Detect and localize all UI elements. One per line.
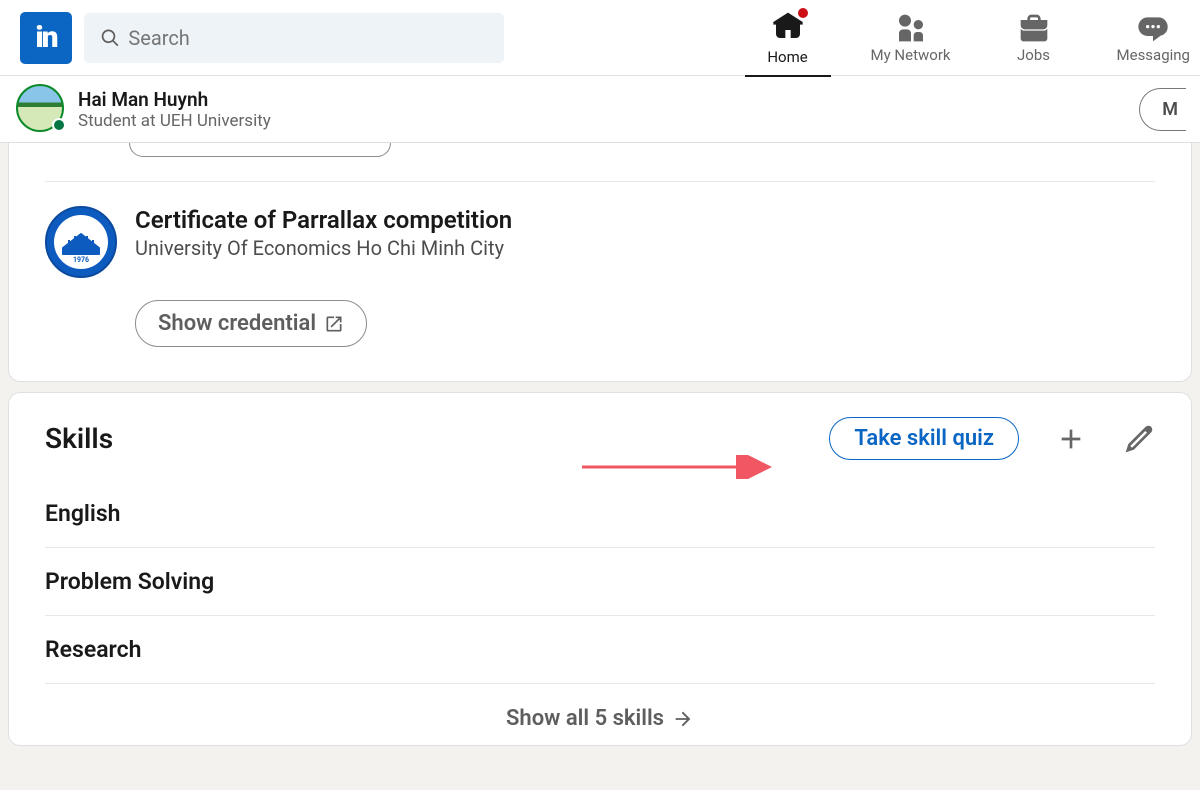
nav-home[interactable]: Home xyxy=(753,10,823,66)
show-credential-label: Show credential xyxy=(158,311,316,336)
edit-icon[interactable] xyxy=(1123,423,1155,455)
certificate-title: Certificate of Parrallax competition xyxy=(135,206,512,234)
nav-network[interactable]: My Network xyxy=(871,12,951,64)
top-nav: in Home My Network Jobs Messaging xyxy=(0,0,1200,76)
skills-section-title: Skills xyxy=(45,422,829,455)
arrow-right-icon xyxy=(672,708,694,730)
nav-messaging-label: Messaging xyxy=(1117,46,1190,64)
nav-jobs-label: Jobs xyxy=(1017,46,1050,64)
messaging-icon xyxy=(1137,12,1169,44)
add-icon[interactable] xyxy=(1055,423,1087,455)
nav-jobs[interactable]: Jobs xyxy=(999,12,1069,64)
avatar-group[interactable] xyxy=(16,84,66,134)
profile-headline: Student at UEH University xyxy=(78,111,271,131)
nav-items: Home My Network Jobs Messaging xyxy=(753,0,1200,75)
certificate-entry: 1976 Certificate of Parrallax competitio… xyxy=(45,206,1155,278)
skill-item[interactable]: English xyxy=(45,480,1155,548)
profile-name: Hai Man Huynh xyxy=(78,88,271,111)
nav-network-label: My Network xyxy=(871,46,951,64)
divider xyxy=(45,181,1155,182)
nav-home-label: Home xyxy=(767,48,807,66)
linkedin-logo[interactable]: in xyxy=(20,12,72,64)
take-skill-quiz-button[interactable]: Take skill quiz xyxy=(829,417,1019,460)
search-input[interactable] xyxy=(128,26,488,50)
skill-item[interactable]: Research xyxy=(45,616,1155,684)
external-link-icon xyxy=(324,314,344,334)
notification-badge xyxy=(796,6,810,20)
previous-entry-button-fragment[interactable] xyxy=(129,143,391,157)
svg-text:1976: 1976 xyxy=(73,256,89,264)
network-icon xyxy=(895,12,927,44)
certificate-issuer: University Of Economics Ho Chi Minh City xyxy=(135,236,512,260)
ueh-logo[interactable]: 1976 xyxy=(45,206,117,278)
presence-indicator xyxy=(52,118,66,132)
skill-item[interactable]: Problem Solving xyxy=(45,548,1155,616)
show-credential-button[interactable]: Show credential xyxy=(135,300,367,347)
show-all-label: Show all 5 skills xyxy=(506,706,664,731)
skills-card: Skills Take skill quiz English Problem S… xyxy=(8,392,1192,746)
show-all-skills-button[interactable]: Show all 5 skills xyxy=(45,684,1155,741)
search-input-wrap[interactable] xyxy=(84,13,504,63)
jobs-icon xyxy=(1018,12,1050,44)
profile-more-button[interactable]: M xyxy=(1139,88,1186,131)
search-icon xyxy=(100,27,120,49)
certifications-card: 1976 Certificate of Parrallax competitio… xyxy=(8,143,1192,382)
nav-messaging[interactable]: Messaging xyxy=(1117,12,1190,64)
profile-bar: Hai Man Huynh Student at UEH University … xyxy=(0,76,1200,143)
